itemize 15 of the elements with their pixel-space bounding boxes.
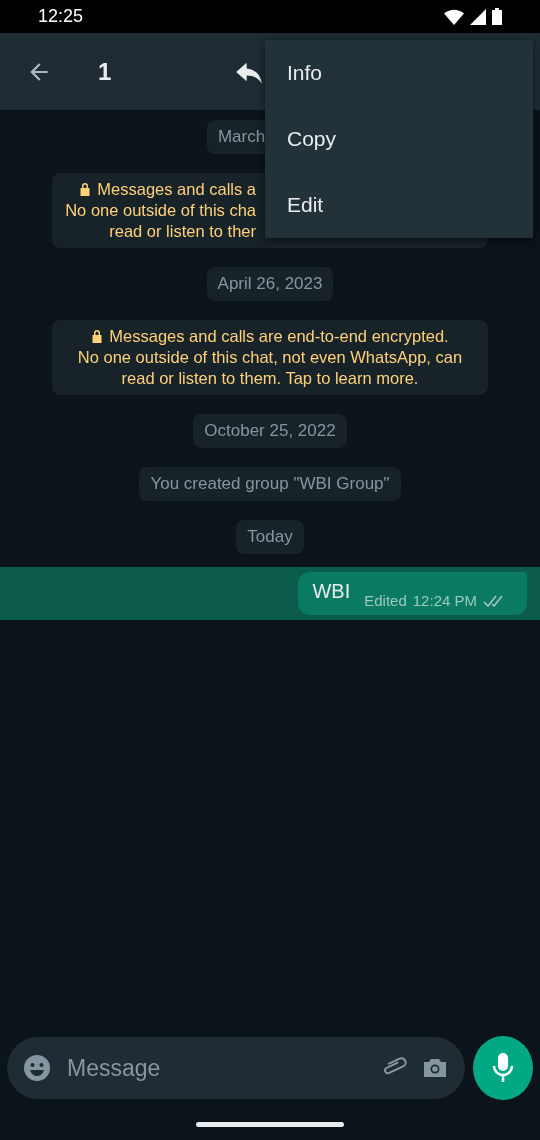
notice-line: Messages and calls are end-to-end encrypted. <box>91 326 449 347</box>
selection-count: 1 <box>98 57 112 86</box>
notice-line: read or listen to ther <box>109 221 256 242</box>
message-text: WBI <box>312 580 351 603</box>
notice-line: Messages and calls a <box>79 179 256 200</box>
edited-label: Edited <box>364 592 407 609</box>
notice-line: read or listen to them. Tap to learn more. <box>121 368 419 389</box>
date-chip: October 25, 2022 <box>193 414 347 448</box>
notice-line: No one outside of this chat, not even WhatsApp, can <box>77 347 463 368</box>
system-message: You created group "WBI Group" <box>139 467 401 501</box>
notice-line: No one outside of this cha <box>65 200 256 221</box>
date-chip: Today <box>236 520 304 554</box>
date-chip: April 26, 2023 <box>206 267 334 301</box>
message-time: 12:24 PM <box>412 592 477 609</box>
clock: 12:25 <box>38 6 84 27</box>
